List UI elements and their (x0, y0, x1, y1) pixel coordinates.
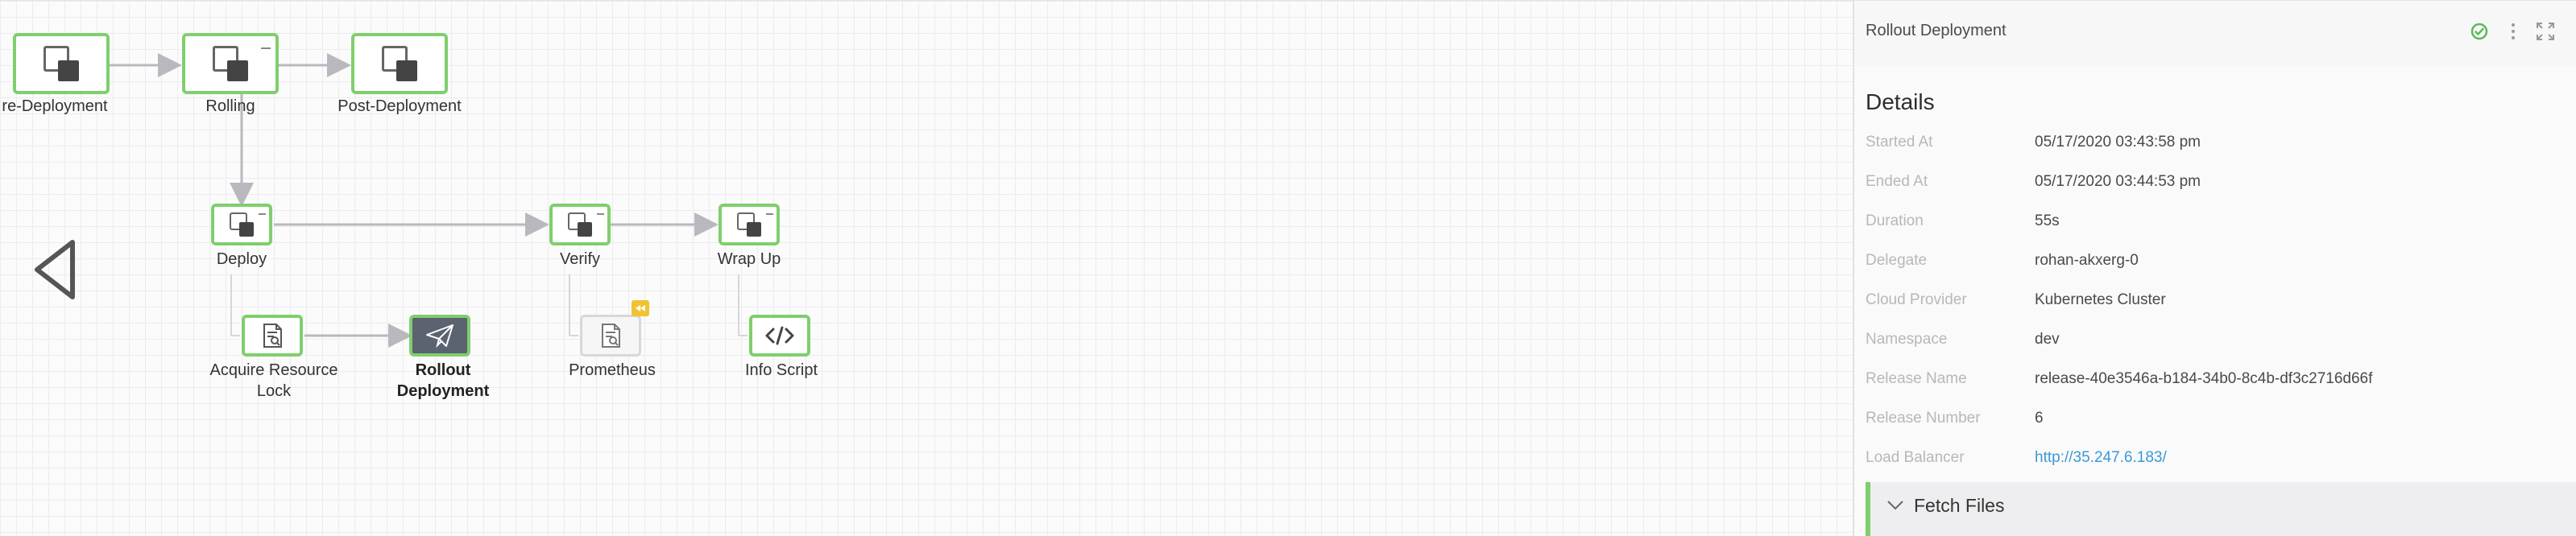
node-label: Deploy (216, 250, 267, 268)
stage-icon (43, 46, 79, 81)
detail-key: Cloud Provider (1866, 291, 1967, 308)
detail-key: Duration (1866, 212, 1924, 229)
document-search-icon (263, 324, 282, 348)
minus-icon (597, 213, 604, 215)
stage-icon (382, 46, 417, 81)
stage-icon (230, 212, 254, 237)
triangle-left-icon[interactable] (32, 239, 77, 304)
skipped-badge-icon (632, 300, 649, 316)
minus-icon (259, 213, 266, 215)
detail-row-ended-at: Ended At 05/17/2020 03:44:53 pm (1866, 173, 2558, 197)
stage-box[interactable] (13, 33, 110, 94)
step-box[interactable] (749, 315, 810, 357)
code-icon (765, 326, 794, 345)
step-box-skipped[interactable] (580, 315, 641, 357)
node-label: Acquire Resource Lock (209, 361, 338, 400)
detail-row-namespace: Namespace dev (1866, 331, 2558, 355)
panel-title: Rollout Deployment (1866, 22, 2007, 39)
step-group-box[interactable] (549, 204, 611, 245)
paper-plane-icon (426, 324, 453, 348)
chevron-down-icon (1886, 500, 1904, 515)
stage-box[interactable] (182, 33, 279, 94)
node-label: Post-Deployment (338, 97, 462, 115)
detail-key: Delegate (1866, 252, 1928, 269)
minus-icon (766, 213, 773, 215)
detail-value: 55s (2035, 212, 2060, 229)
document-search-icon (602, 324, 620, 348)
detail-row-release-name: Release Name release-40e3546a-b184-34b0-… (1866, 370, 2558, 394)
check-circle-icon (2468, 20, 2491, 47)
step-box[interactable] (242, 315, 303, 357)
stage-box[interactable] (351, 33, 448, 94)
detail-value: 05/17/2020 03:44:53 pm (2035, 173, 2201, 190)
node-label: Rollout Deployment (396, 361, 490, 400)
detail-key: Started At (1866, 134, 1933, 150)
step-group-box[interactable] (211, 204, 272, 245)
panel-header: Rollout Deployment (1854, 1, 2576, 65)
detail-value: rohan-akxerg-0 (2035, 252, 2139, 269)
detail-value: Kubernetes Cluster (2035, 291, 2166, 308)
fetch-files-label: Fetch Files (1914, 495, 2005, 516)
detail-value: 6 (2035, 410, 2044, 427)
detail-value: 05/17/2020 03:43:58 pm (2035, 134, 2201, 150)
stage-icon (737, 212, 761, 237)
node-label: Prometheus (569, 361, 656, 379)
detail-row-duration: Duration 55s (1866, 212, 2558, 237)
step-group-box[interactable] (719, 204, 780, 245)
more-vertical-icon[interactable] (2507, 20, 2520, 47)
stage-icon (213, 46, 248, 81)
stage-icon (568, 212, 592, 237)
workflow-canvas[interactable]: re-Deployment Rolling Post-Deployment De… (0, 0, 1853, 536)
fetch-files-section[interactable]: Fetch Files (1866, 482, 2576, 536)
detail-value: release-40e3546a-b184-34b0-8c4b-df3c2716… (2035, 370, 2373, 387)
node-label: Verify (559, 250, 601, 268)
detail-row-started-at: Started At 05/17/2020 03:43:58 pm (1866, 134, 2558, 158)
node-label: re-Deployment (2, 97, 108, 115)
detail-row-load-balancer: Load Balancer http://35.247.6.183/ (1866, 449, 2558, 473)
node-label: Info Script (744, 361, 818, 379)
node-label: Rolling (205, 97, 255, 115)
detail-key: Namespace (1866, 331, 1948, 348)
detail-key: Release Number (1866, 410, 1981, 427)
detail-row-release-number: Release Number 6 (1866, 410, 2558, 434)
details-panel: Rollout Deployment Details Started At 05… (1853, 0, 2576, 536)
detail-value: dev (2035, 331, 2060, 348)
detail-row-delegate: Delegate rohan-akxerg-0 (1866, 252, 2558, 276)
detail-key: Ended At (1866, 173, 1928, 190)
step-box-selected[interactable] (409, 315, 470, 357)
expand-icon[interactable] (2534, 20, 2557, 47)
detail-key: Load Balancer (1866, 449, 1965, 466)
node-label: Wrap Up (717, 250, 781, 268)
load-balancer-link[interactable]: http://35.247.6.183/ (2035, 449, 2167, 467)
details-heading: Details (1866, 89, 1935, 114)
detail-key: Release Name (1866, 370, 1967, 387)
detail-row-cloud-provider: Cloud Provider Kubernetes Cluster (1866, 291, 2558, 315)
minus-icon (261, 47, 271, 49)
